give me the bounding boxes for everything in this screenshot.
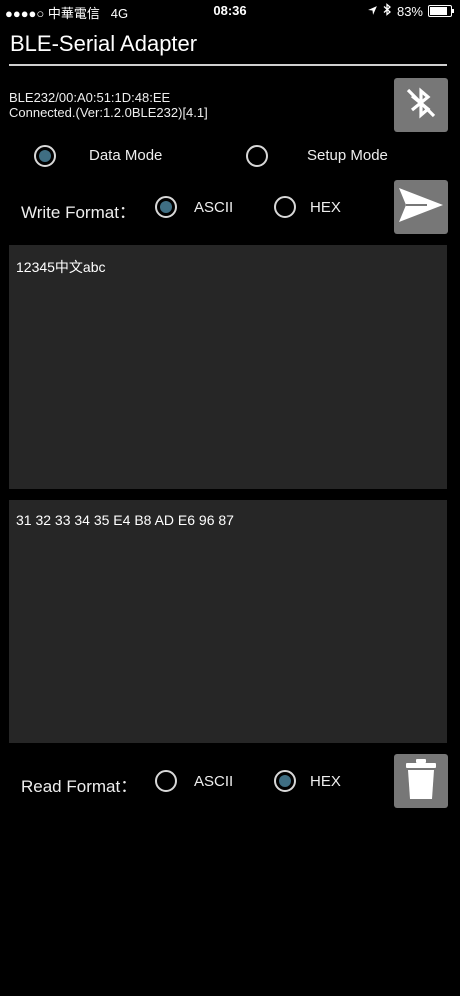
- data-mode-label: Data Mode: [89, 147, 163, 164]
- bluetooth-status-icon: [383, 3, 392, 19]
- read-textbox[interactable]: 31 32 33 34 35 E4 B8 AD E6 96 87: [9, 500, 447, 743]
- location-icon: [367, 4, 378, 19]
- setup-mode-radio[interactable]: [246, 145, 268, 167]
- read-hex-radio[interactable]: [274, 770, 296, 792]
- battery-icon: [428, 5, 454, 17]
- title-divider: [9, 64, 447, 66]
- send-button[interactable]: [394, 180, 448, 234]
- radio-selected-dot: [279, 775, 291, 787]
- write-ascii-label: ASCII: [194, 199, 234, 216]
- bluetooth-disabled-icon: [401, 83, 441, 128]
- read-text: 31 32 33 34 35 E4 B8 AD E6 96 87: [16, 512, 234, 528]
- app-title: BLE-Serial Adapter: [10, 31, 198, 56]
- send-icon: [397, 186, 445, 229]
- device-address: BLE232/00:A0:51:1D:48:EE: [9, 90, 171, 105]
- setup-mode-label: Setup Mode: [307, 147, 388, 164]
- device-info: BLE232/00:A0:51:1D:48:EE Connected.(Ver:…: [9, 90, 208, 120]
- radio-selected-dot: [160, 201, 172, 213]
- battery-percent: 83%: [396, 3, 423, 19]
- connection-status: Connected.(Ver:1.2.0BLE232)[4.1]: [9, 105, 208, 120]
- clear-button[interactable]: [394, 754, 448, 808]
- write-hex-label: HEX: [310, 199, 341, 216]
- read-hex-label: HEX: [310, 773, 341, 790]
- status-right: 83%: [367, 3, 454, 19]
- read-format-label: Read Format：: [21, 777, 138, 796]
- trash-icon: [405, 758, 437, 805]
- write-text: 12345中文abc: [16, 259, 106, 275]
- write-textbox[interactable]: 12345中文abc: [9, 245, 447, 489]
- write-ascii-radio[interactable]: [155, 196, 177, 218]
- read-ascii-label: ASCII: [194, 773, 234, 790]
- data-mode-radio[interactable]: [34, 145, 56, 167]
- radio-selected-dot: [39, 150, 51, 162]
- write-format-label: Write Format：: [21, 203, 136, 222]
- write-hex-radio[interactable]: [274, 196, 296, 218]
- read-ascii-radio[interactable]: [155, 770, 177, 792]
- status-bar: ●●●●○ 中華電信 4G 08:36 83%: [0, 0, 460, 22]
- bluetooth-disconnect-button[interactable]: [394, 78, 448, 132]
